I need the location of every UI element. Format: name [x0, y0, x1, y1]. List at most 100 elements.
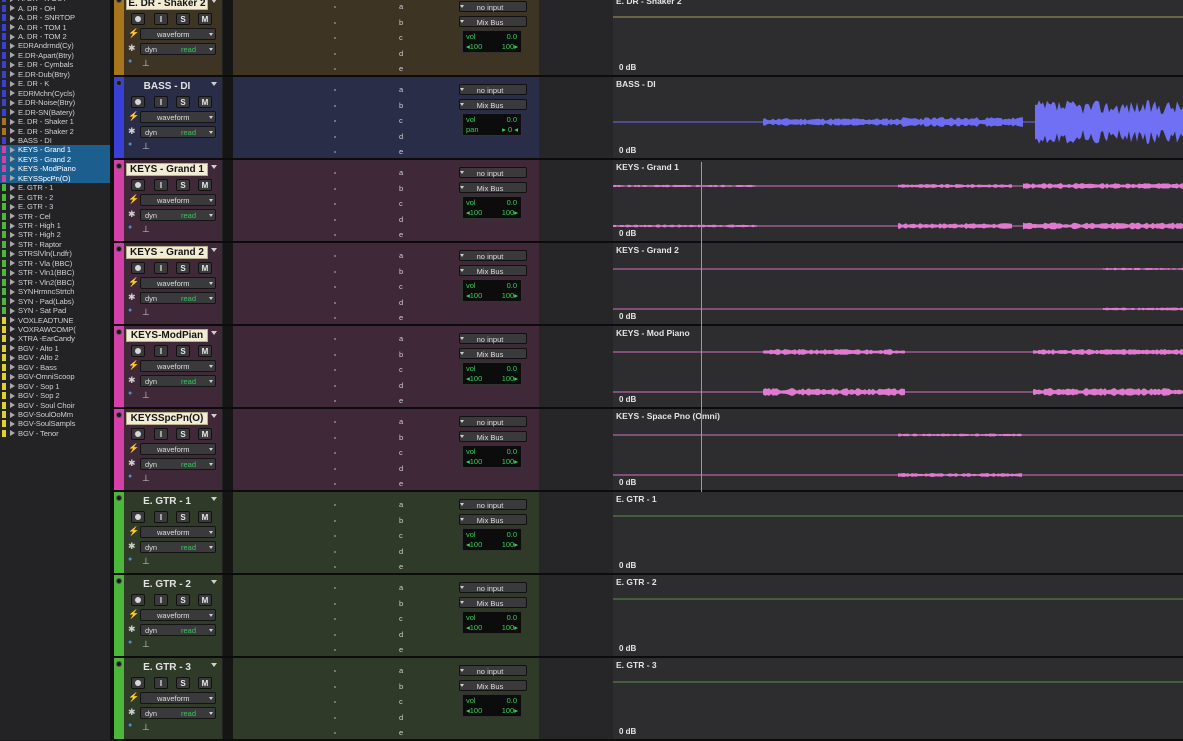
volume-pan-display[interactable]: vol 0.0 ◂100 100▸ — [462, 611, 522, 634]
track-list-item[interactable]: BGV - Bass — [0, 363, 110, 372]
insert-slot[interactable] — [334, 483, 336, 485]
track-name-button[interactable]: E. DR - Shaker 2 — [126, 0, 208, 10]
insert-slot[interactable] — [334, 218, 336, 221]
track-list-item[interactable]: E.DR-Apart(Btry) — [0, 51, 110, 60]
disclosure-triangle-icon[interactable] — [10, 194, 15, 201]
automation-mode-selector[interactable]: dyn read — [140, 541, 216, 553]
track-view-selector[interactable]: waveform — [140, 28, 216, 40]
insert-slot[interactable] — [334, 685, 336, 688]
automation-icon[interactable]: ✱ — [128, 375, 136, 386]
volume-pan-display[interactable]: vol 0.0 ◂100 100▸ — [462, 362, 522, 385]
mute-button[interactable]: M — [198, 594, 212, 606]
elastic-audio-icon[interactable]: ⚡ — [128, 360, 139, 371]
input-selector[interactable]: no input — [459, 665, 527, 676]
disclosure-triangle-icon[interactable] — [10, 392, 15, 399]
disclosure-triangle-icon[interactable] — [10, 14, 15, 21]
disclosure-triangle-icon[interactable] — [10, 402, 15, 409]
disclosure-triangle-icon[interactable] — [10, 241, 15, 248]
input-monitor-button[interactable]: I — [154, 179, 168, 191]
disclosure-triangle-icon[interactable] — [10, 317, 15, 324]
track-view-selector[interactable]: waveform — [140, 277, 216, 289]
insert-slot[interactable] — [334, 317, 336, 319]
send-slot[interactable]: e — [399, 396, 403, 405]
track-view-selector[interactable]: waveform — [140, 194, 216, 206]
volume-pan-display[interactable]: vol 0.0 ◂100 100▸ — [462, 445, 522, 468]
send-slot[interactable]: b — [399, 101, 403, 110]
send-slot[interactable]: b — [399, 350, 403, 359]
solo-button[interactable]: S — [176, 96, 190, 108]
track-list-item[interactable]: E. GTR - 2 — [0, 192, 110, 202]
output-selector[interactable]: Mix Bus — [459, 348, 527, 359]
track-name-button[interactable]: KEYS - Grand 2 — [126, 246, 208, 259]
disclosure-triangle-icon[interactable] — [10, 279, 15, 286]
timebase-icon[interactable]: ● — [128, 390, 132, 397]
disclosure-triangle-icon[interactable] — [10, 250, 15, 257]
track-list-item[interactable]: E.DR-SN(Batery) — [0, 107, 110, 117]
timebase-icon[interactable]: ● — [128, 58, 132, 65]
track-view-selector[interactable]: waveform — [140, 360, 216, 372]
automation-icon[interactable]: ✱ — [128, 458, 136, 469]
insert-slot[interactable] — [334, 68, 336, 70]
insert-slot[interactable] — [334, 21, 336, 24]
chevron-down-icon[interactable] — [211, 331, 217, 335]
timebase-icon[interactable]: ● — [128, 224, 132, 231]
elastic-audio-icon[interactable]: ⚡ — [128, 526, 139, 537]
send-slot[interactable]: e — [399, 645, 403, 654]
record-arm-button[interactable] — [131, 179, 145, 191]
send-slot[interactable]: d — [399, 713, 403, 722]
record-arm-button[interactable] — [131, 677, 145, 689]
disclosure-triangle-icon[interactable] — [10, 307, 15, 314]
send-slot[interactable]: e — [399, 562, 403, 571]
disclosure-triangle-icon[interactable] — [10, 5, 15, 12]
send-slot[interactable]: b — [399, 516, 403, 525]
volume-pan-display[interactable]: vol 0.0 ◂100 100▸ — [462, 694, 522, 717]
chevron-down-icon[interactable] — [211, 165, 217, 169]
track-list-item[interactable]: VOXLEADTUNE — [0, 315, 110, 325]
track-view-selector[interactable]: waveform — [140, 111, 216, 123]
insert-slot[interactable] — [334, 649, 336, 651]
track-list-item[interactable]: KEYS - Grand 1 — [0, 145, 110, 155]
output-selector[interactable]: Mix Bus — [459, 514, 527, 525]
track-select-icon[interactable] — [116, 163, 122, 169]
timebase-icon[interactable]: ● — [128, 556, 132, 563]
send-slot[interactable]: d — [399, 132, 403, 141]
track-height-icon[interactable]: ⊥ — [142, 224, 150, 235]
insert-slot[interactable] — [334, 467, 336, 470]
insert-slot[interactable] — [334, 566, 336, 568]
input-monitor-button[interactable]: I — [154, 677, 168, 689]
track-view-selector[interactable]: waveform — [140, 692, 216, 704]
send-slot[interactable]: b — [399, 267, 403, 276]
track-playlist-lane[interactable]: E. GTR - 30 dB — [613, 658, 1183, 739]
input-monitor-button[interactable]: I — [154, 345, 168, 357]
output-selector[interactable]: Mix Bus — [459, 99, 527, 110]
output-selector[interactable]: Mix Bus — [459, 597, 527, 608]
track-list-item[interactable]: STR - Vla (BBC) — [0, 259, 110, 268]
disclosure-triangle-icon[interactable] — [10, 137, 15, 144]
send-slot[interactable]: e — [399, 313, 403, 322]
track-list-item[interactable]: SYN - Pad(Labs) — [0, 296, 110, 306]
mute-button[interactable]: M — [198, 511, 212, 523]
track-height-icon[interactable]: ⊥ — [142, 639, 150, 650]
track-list-item[interactable]: BGV-OmniScoop — [0, 372, 110, 381]
elastic-audio-icon[interactable]: ⚡ — [128, 609, 139, 620]
insert-slot[interactable] — [334, 633, 336, 636]
disclosure-triangle-icon[interactable] — [10, 364, 15, 371]
send-slot[interactable]: c — [399, 199, 403, 208]
disclosure-triangle-icon[interactable] — [10, 80, 15, 87]
disclosure-triangle-icon[interactable] — [10, 288, 15, 295]
disclosure-triangle-icon[interactable] — [10, 231, 15, 238]
record-arm-button[interactable] — [131, 13, 145, 25]
insert-slot[interactable] — [334, 37, 336, 39]
track-height-icon[interactable]: ⊥ — [142, 722, 150, 733]
insert-slot[interactable] — [334, 452, 336, 454]
disclosure-triangle-icon[interactable] — [10, 156, 15, 163]
timebase-icon[interactable]: ● — [128, 141, 132, 148]
track-list-item[interactable]: E. DR - Cymbals — [0, 60, 110, 69]
send-slot[interactable]: e — [399, 479, 403, 488]
track-select-icon[interactable] — [116, 329, 122, 335]
send-slot[interactable]: a — [399, 168, 403, 177]
track-list-item[interactable]: E. DR - Shaker 2 — [0, 126, 110, 136]
automation-mode-selector[interactable]: dyn read — [140, 458, 216, 470]
insert-slot[interactable] — [334, 203, 336, 205]
elastic-audio-icon[interactable]: ⚡ — [128, 277, 139, 288]
